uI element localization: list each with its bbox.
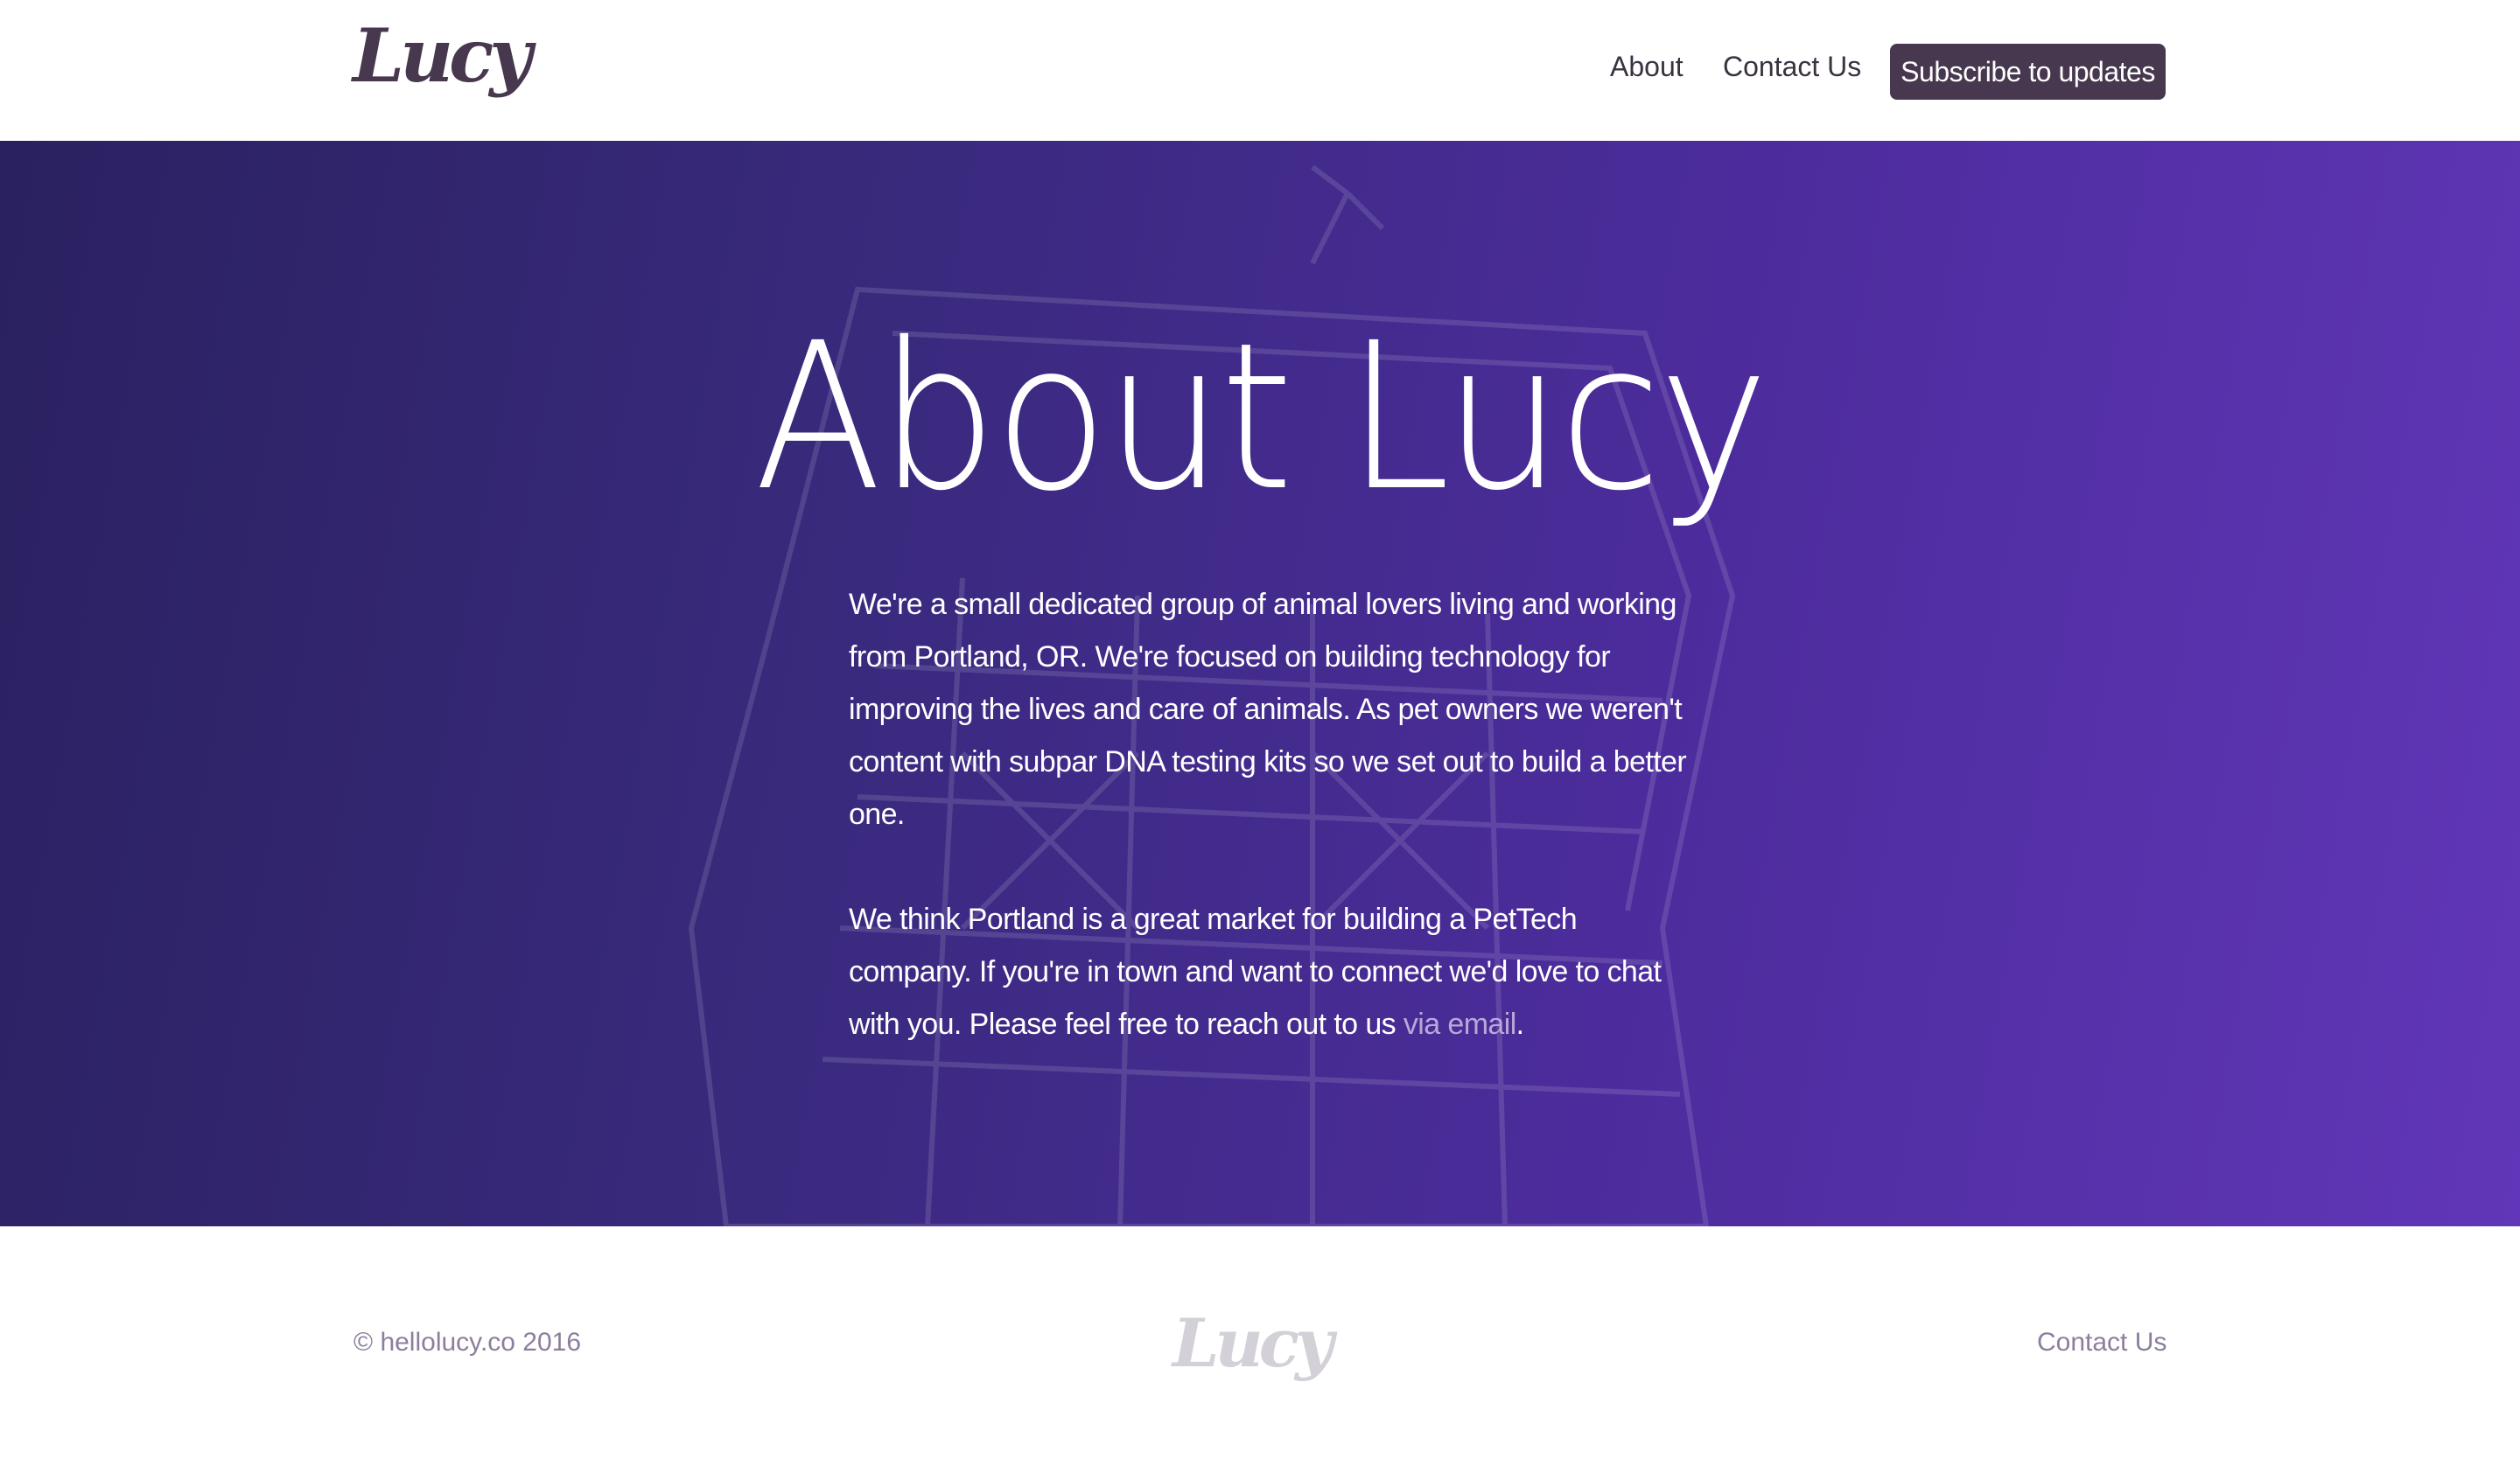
about-hero: About Lucy We're a small dedicated group… <box>0 141 2520 1226</box>
copyright-text: © hellolucy.co 2016 <box>354 1328 582 1357</box>
footer-lucy-logo: Lucy <box>1172 1304 1334 1382</box>
lucy-logo[interactable]: Lucy <box>353 19 532 93</box>
about-paragraph-2-text: We think Portland is a great market for … <box>849 903 1662 1041</box>
site-footer: © hellolucy.co 2016 Lucy Contact Us <box>0 1226 2520 1480</box>
nav-about-link[interactable]: About <box>1610 52 1684 80</box>
subscribe-button[interactable]: Subscribe to updates <box>1890 44 2166 100</box>
nav-contact-link[interactable]: Contact Us <box>1723 52 1861 80</box>
about-paragraph-1: We're a small dedicated group of animal … <box>849 588 1687 831</box>
email-link[interactable]: via email <box>1404 1008 1516 1041</box>
page-title: About Lucy <box>753 299 1769 535</box>
about-paragraph-2-end: . <box>1516 1008 1524 1041</box>
about-paragraph-2: We think Portland is a great market for … <box>849 893 1689 1051</box>
footer-contact-link[interactable]: Contact Us <box>2037 1330 2166 1356</box>
site-header: Lucy About Contact Us Subscribe to updat… <box>0 0 2520 141</box>
